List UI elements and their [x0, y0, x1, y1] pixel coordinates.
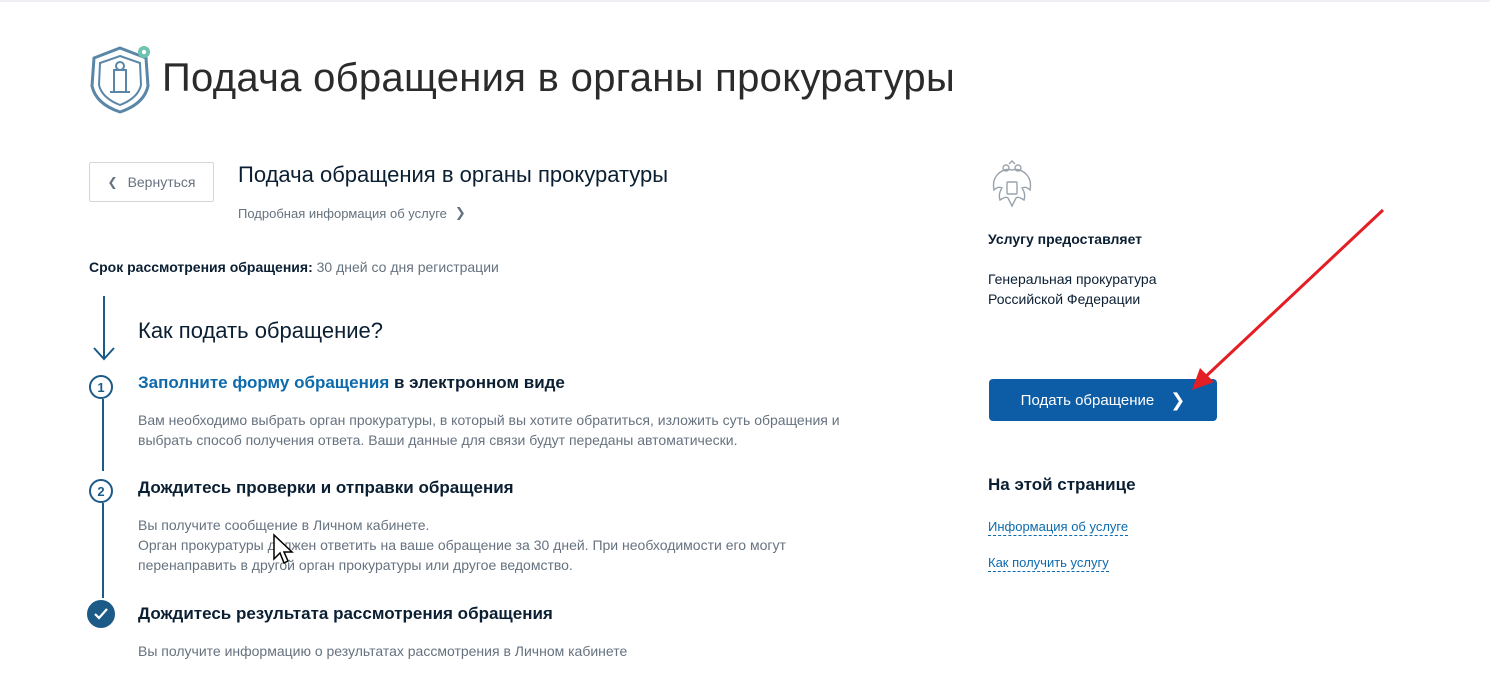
- provider-name-line: Российской Федерации: [988, 291, 1141, 307]
- step-connector: [102, 399, 104, 471]
- provider-name-line: Генеральная прокуратура: [988, 271, 1157, 287]
- prosecutor-shield-logo-icon: [90, 46, 150, 114]
- on-page-title: На этой странице: [988, 475, 1136, 494]
- service-info-link[interactable]: Подробная информация об услуге ❯: [238, 205, 466, 221]
- submit-appeal-button[interactable]: Подать обращение ❯: [989, 379, 1217, 421]
- review-deadline: Срок рассмотрения обращения: 30 дней со …: [89, 259, 499, 275]
- provider-label: Услугу предоставляет: [988, 231, 1143, 247]
- chevron-right-icon: ❯: [1170, 389, 1186, 410]
- step-2-heading: Дождитесь проверки и отправки обращения: [138, 478, 514, 497]
- back-button[interactable]: ❮ Вернуться: [89, 162, 214, 202]
- step-number-badge: 1: [89, 375, 113, 399]
- chevron-left-icon: ❮: [107, 175, 118, 189]
- fill-form-link[interactable]: Заполните форму обращения: [138, 373, 389, 392]
- submit-appeal-button-label: Подать обращение: [1020, 391, 1155, 409]
- step-text-line: Вы получите сообщение в Личном кабинете.: [138, 517, 430, 533]
- step-text-line: выбрать способ получения ответа. Ваши да…: [138, 432, 738, 448]
- step-connector: [102, 503, 104, 598]
- step-number-badge: 2: [89, 479, 113, 503]
- step-done-badge: [87, 600, 115, 628]
- step-3-heading: Дождитесь результата рассмотрения обраще…: [138, 604, 553, 623]
- checkmark-icon: [94, 608, 108, 620]
- step-text-line: Орган прокуратуры должен ответить на ваш…: [138, 537, 786, 553]
- step-2-description: Вы получите сообщение в Личном кабинете.…: [138, 515, 918, 575]
- coat-of-arms-icon: [992, 160, 1032, 208]
- provider-name: Генеральная прокуратура Российской Федер…: [988, 269, 1188, 309]
- step-1-heading-rest: в электронном виде: [389, 373, 565, 392]
- on-page-link-how-to-get[interactable]: Как получить услугу: [988, 555, 1109, 572]
- step-1-description: Вам необходимо выбрать орган прокуратуры…: [138, 410, 918, 450]
- top-divider: [0, 0, 1490, 2]
- deadline-label: Срок рассмотрения обращения:: [89, 259, 313, 275]
- step-3-description: Вы получите информацию о результатах рас…: [138, 641, 918, 661]
- step-1-heading: Заполните форму обращения в электронном …: [138, 373, 565, 393]
- service-title: Подача обращения в органы прокуратуры: [238, 162, 669, 187]
- annotation-arrow-icon: [1192, 208, 1385, 390]
- chevron-right-icon: ❯: [454, 205, 466, 220]
- step-text-line: Вы получите информацию о результатах рас…: [138, 643, 628, 659]
- service-info-link-label: Подробная информация об услуге: [238, 205, 447, 221]
- how-to-title: Как подать обращение?: [138, 318, 383, 343]
- back-button-label: Вернуться: [127, 174, 196, 190]
- step-text-line: Вам необходимо выбрать орган прокуратуры…: [138, 412, 840, 428]
- step-text-line: перенаправить в другой орган прокуратуры…: [138, 557, 573, 573]
- on-page-link-service-info[interactable]: Информация об услуге: [988, 519, 1129, 536]
- page-title: Подача обращения в органы прокуратуры: [162, 56, 956, 100]
- arrow-down-icon: [93, 296, 115, 361]
- deadline-value: 30 дней со дня регистрации: [316, 259, 499, 275]
- mouse-cursor-icon: [273, 533, 294, 565]
